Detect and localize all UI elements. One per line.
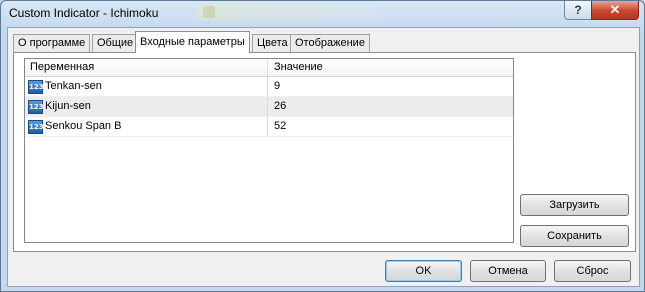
dialog-client-area: О программе Общие Входные параметры Цвет… [7,27,640,287]
integer-type-icon: 123 [28,100,44,114]
ghost-app-icon [203,6,215,18]
dialog-window: Custom Indicator - Ichimoku ? ✕ О програ… [0,0,645,292]
parameter-name: Tenkan-sen [45,80,102,92]
cancel-button[interactable]: Отмена [470,260,546,282]
integer-type-icon: 123 [28,120,44,134]
title-bar[interactable]: Custom Indicator - Ichimoku ? ✕ [1,1,644,27]
save-button[interactable]: Сохранить [520,225,629,247]
column-header-value[interactable]: Значение [274,61,323,73]
close-button[interactable]: ✕ [591,1,639,20]
reset-button[interactable]: Сброс [554,260,631,282]
table-header: Переменная Значение [25,59,513,77]
table-row[interactable]: 123 Kijun-sen 26 [25,97,513,117]
ok-button[interactable]: OK [385,260,462,282]
background-window-ghost [197,3,377,21]
tab-visualization[interactable]: Отображение [290,34,370,52]
parameter-value[interactable]: 26 [274,100,286,112]
parameter-name: Senkou Span B [45,120,122,132]
table-row[interactable]: 123 Tenkan-sen 9 [25,77,513,97]
column-divider[interactable] [267,59,268,76]
load-button[interactable]: Загрузить [520,194,629,216]
tab-inputs[interactable]: Входные параметры [135,31,250,53]
inputs-tab-panel: Переменная Значение 123 Tenkan-sen 9 123… [13,52,636,252]
window-title: Custom Indicator - Ichimoku [9,6,159,20]
table-row[interactable]: 123 Senkou Span B 52 [25,117,513,137]
help-button[interactable]: ? [564,1,592,20]
column-header-variable[interactable]: Переменная [30,61,94,73]
integer-type-icon: 123 [28,80,44,94]
parameter-name: Kijun-sen [45,100,91,112]
tab-common[interactable]: Общие [92,34,139,52]
cell-divider [267,77,268,96]
tab-colors[interactable]: Цвета [252,34,293,52]
parameter-value[interactable]: 9 [274,80,280,92]
tab-about[interactable]: О программе [13,34,91,52]
cell-divider [267,117,268,136]
parameters-table: Переменная Значение 123 Tenkan-sen 9 123… [24,58,514,243]
parameter-value[interactable]: 52 [274,120,286,132]
cell-divider [267,97,268,116]
